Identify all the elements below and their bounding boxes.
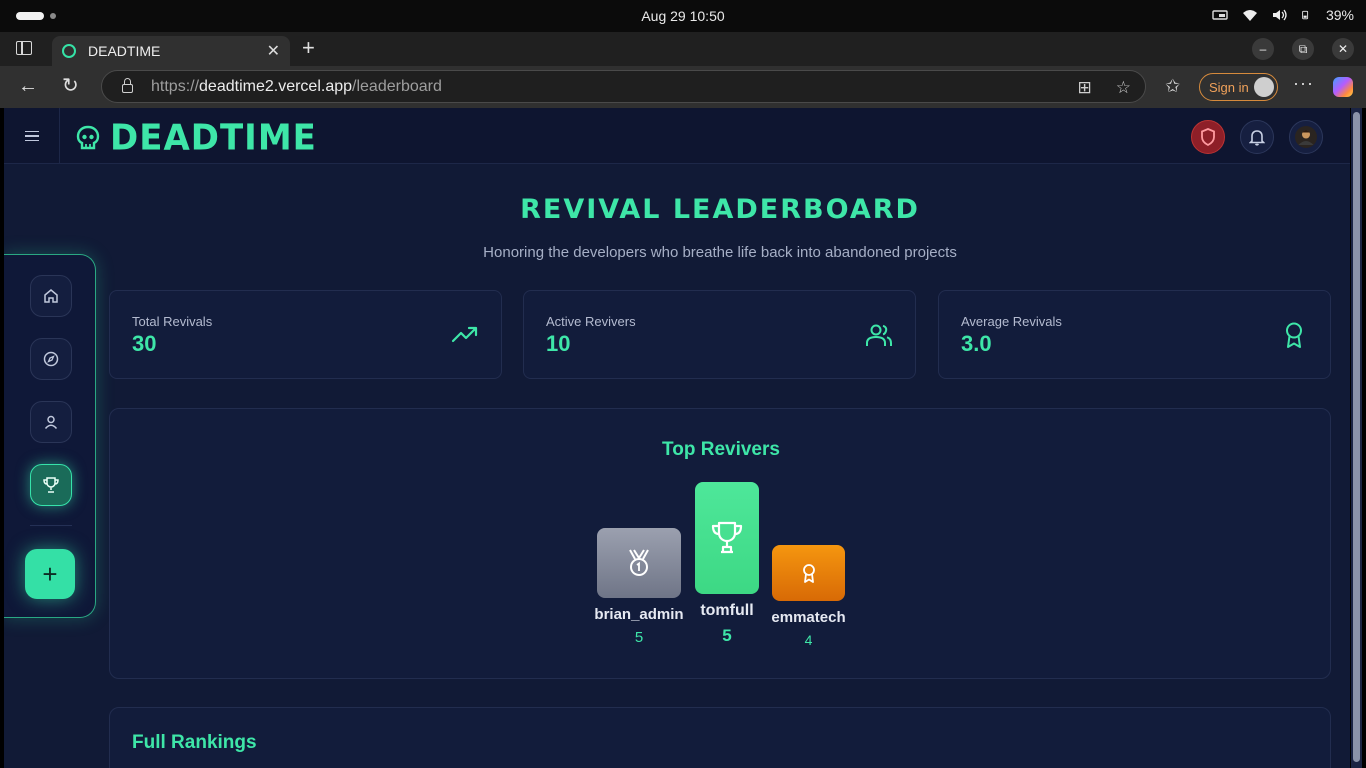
logo[interactable]: DEADTIME [76,117,317,159]
back-icon[interactable]: ← [18,76,38,96]
tab-title: DEADTIME [88,43,161,59]
profile-avatar-icon [1254,77,1274,97]
address-bar-row: ← ↻ https://deadtime2.vercel.app/leaderb… [0,66,1366,108]
podium-block [695,482,759,594]
volume-icon [1272,9,1287,21]
stat-card-active-revivers: Active Revivers 10 [523,290,916,379]
podium-name: brian_admin [594,606,684,623]
trending-up-icon [451,326,478,343]
podium-third[interactable]: emmatech 4 [771,545,846,648]
full-rankings-panel: Full Rankings [109,707,1331,768]
sidebar: + [4,254,96,618]
tab-strip: DEADTIME ✕ [0,32,1366,66]
users-icon [866,324,892,346]
stat-card-average-revivals: Average Revivals 3.0 [938,290,1331,379]
app-install-icon[interactable]: ⊞ [1078,78,1092,98]
trophy-icon [43,477,59,493]
top-revivers-title: Top Revivers [662,439,780,460]
sidebar-item-leaderboard[interactable] [30,464,72,506]
bell-icon [1249,130,1265,146]
os-clock[interactable]: Aug 29 10:50 [0,8,1366,24]
close-window-button[interactable]: ✕ [1332,38,1354,60]
notifications-button[interactable] [1240,120,1274,154]
copilot-icon[interactable] [1333,77,1353,97]
stat-label: Total Revivals [132,314,213,329]
new-tab-button[interactable]: + [302,37,315,59]
page-subtitle: Honoring the developers who breathe life… [483,244,957,261]
favorite-star-icon[interactable]: ☆ [1116,78,1131,98]
podium-first[interactable]: tomfull 5 [695,482,759,646]
podium-score: 5 [722,626,732,645]
favicon-icon [62,44,76,58]
restore-button[interactable]: ⧉ [1292,38,1314,60]
podium-score: 4 [804,632,813,648]
url-text[interactable]: https://deadtime2.vercel.app/leaderboard [151,78,442,96]
sidebar-item-profile[interactable] [30,401,72,443]
skull-icon [76,125,100,150]
avatar-icon [1295,126,1317,148]
shield-button[interactable] [1191,120,1225,154]
plus-icon: + [42,559,58,589]
top-revivers-panel: Top Revivers brian_admin 5 tomfull 5 emm… [109,408,1331,679]
user-avatar[interactable] [1289,120,1323,154]
menu-button[interactable] [4,108,60,164]
stat-value: 3.0 [961,331,992,356]
url-path: /leaderboard [352,77,442,95]
stat-label: Average Revivals [961,314,1062,329]
page-scrollbar[interactable] [1351,108,1362,768]
favorites-icon[interactable]: ✩ [1165,76,1180,96]
hamburger-icon [24,131,39,141]
compass-icon [43,351,59,367]
shield-icon [1201,128,1215,146]
page-title: REVIVAL LEADERBOARD [520,194,920,225]
wifi-icon [1242,10,1257,21]
os-top-bar: Aug 29 10:50 39% [0,0,1366,32]
sidebar-item-explore[interactable] [30,338,72,380]
sign-in-button[interactable]: Sign in [1199,73,1278,101]
minimize-button[interactable]: – [1252,38,1274,60]
podium-block [597,528,681,598]
lock-icon[interactable] [122,78,133,93]
podium-name: tomfull [700,602,754,619]
award-icon [1286,322,1302,348]
tab-deadtime[interactable]: DEADTIME ✕ [52,36,290,66]
stat-value: 30 [132,331,157,356]
scrollbar-thumb[interactable] [1353,112,1360,762]
trophy-icon [711,521,743,554]
stat-card-total-revivals: Total Revivals 30 [109,290,502,379]
battery-icon [1302,10,1309,20]
sidebar-divider [30,525,72,526]
url-scheme: https:// [151,77,200,95]
tab-actions-icon[interactable] [16,41,32,55]
refresh-icon[interactable]: ↻ [62,76,79,96]
battery-percent: 39% [1325,7,1354,23]
award-icon [802,564,815,583]
podium-block [772,545,845,601]
stat-value: 10 [546,331,571,356]
podium-name: emmatech [771,609,846,626]
podium-score: 5 [634,629,644,646]
more-menu-button[interactable]: ··· [1293,73,1314,94]
tab-close-button[interactable]: ✕ [267,41,280,61]
sign-in-label: Sign in [1209,79,1249,95]
sidebar-item-home[interactable] [30,275,72,317]
full-rankings-title: Full Rankings [132,732,257,753]
app-header: DEADTIME [4,108,1350,164]
web-page: DEADTIME + REVIVAL LEADERBOARD Honoring … [4,108,1350,768]
address-bar[interactable]: https://deadtime2.vercel.app/leaderboard… [101,70,1146,103]
home-icon [44,289,58,303]
url-domain: deadtime2.vercel.app [199,77,353,95]
user-icon [44,415,58,430]
medal-icon [629,549,649,576]
create-button[interactable]: + [25,549,75,599]
stat-label: Active Revivers [546,314,636,329]
screen-icon [1212,10,1228,20]
logo-text: DEADTIME [110,117,317,159]
podium-second[interactable]: brian_admin 5 [594,528,684,646]
os-status-area[interactable]: 39% [1212,7,1354,23]
